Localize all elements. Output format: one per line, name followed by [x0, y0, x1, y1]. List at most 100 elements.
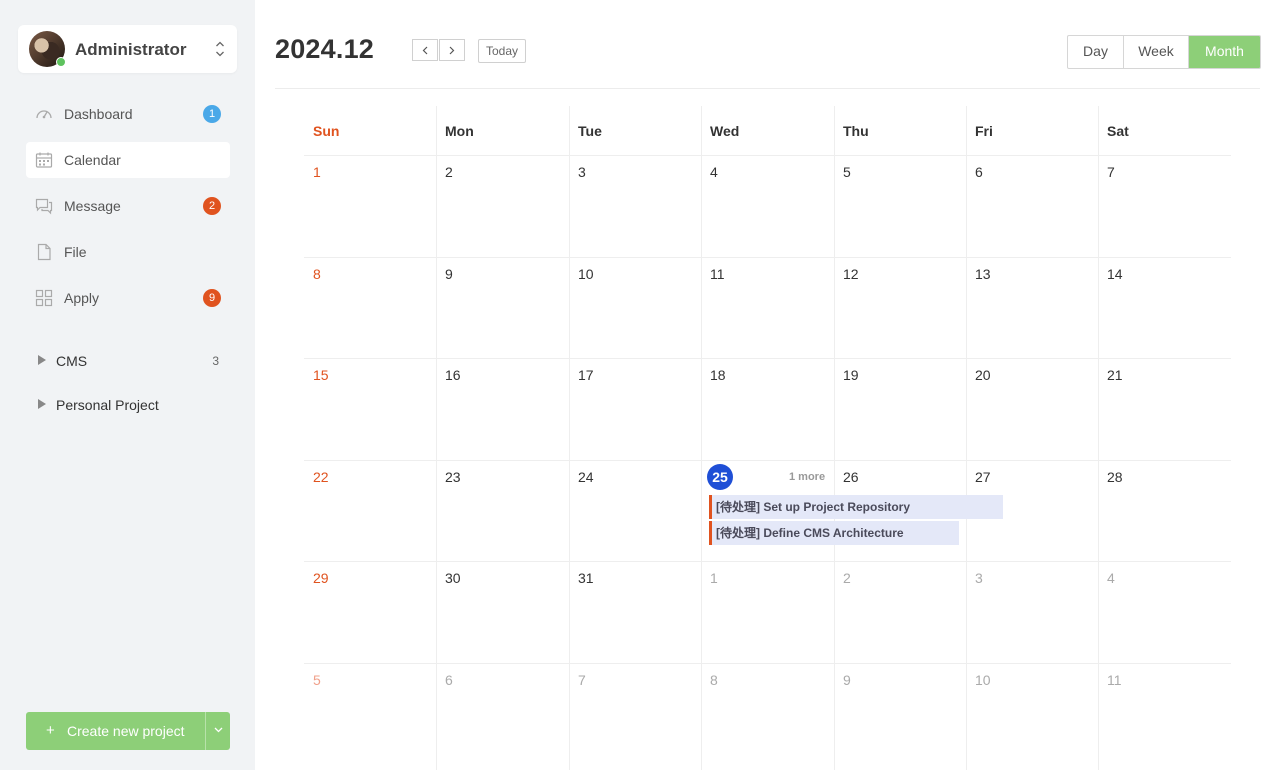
day-number: 28 [1107, 469, 1123, 485]
header-divider [275, 88, 1260, 89]
weekday-header: Wed [710, 123, 740, 139]
chevron-updown-icon[interactable] [215, 39, 225, 59]
day-cell[interactable] [966, 562, 1098, 663]
day-number: 17 [578, 367, 594, 383]
day-number: 31 [578, 570, 594, 586]
calendar-icon [35, 152, 53, 168]
day-cell[interactable] [701, 562, 833, 663]
user-switcher[interactable]: Administrator [18, 25, 237, 73]
avatar [29, 31, 66, 67]
message-icon [35, 198, 53, 215]
day-cell[interactable] [701, 664, 833, 765]
day-cell[interactable] [834, 156, 966, 257]
notification-badge: 2 [203, 197, 221, 215]
day-number: 6 [975, 164, 983, 180]
day-number: 26 [843, 469, 859, 485]
view-day-button[interactable]: Day [1068, 36, 1124, 68]
day-number: 8 [710, 672, 718, 688]
day-number: 2 [843, 570, 851, 586]
prev-month-button[interactable] [412, 39, 438, 61]
chevron-right-icon [449, 46, 455, 55]
weekday-header: Tue [578, 123, 602, 139]
next-month-button[interactable] [439, 39, 465, 61]
project-group-label: Personal Project [56, 397, 159, 413]
more-events-link[interactable]: 1 more [789, 471, 825, 483]
day-cell[interactable] [569, 156, 701, 257]
day-cell[interactable] [834, 664, 966, 765]
sidebar-item-label: File [64, 244, 87, 260]
create-project-button[interactable]: + Create new project [26, 712, 205, 750]
day-cell[interactable] [436, 258, 568, 359]
day-cell[interactable] [834, 562, 966, 663]
day-cell[interactable] [701, 156, 833, 257]
create-project-dropdown[interactable] [205, 712, 231, 750]
day-number: 11 [1107, 672, 1122, 688]
day-cell[interactable] [304, 664, 436, 765]
user-name: Administrator [75, 40, 187, 59]
sidebar-item-label: Apply [64, 290, 100, 306]
day-number: 23 [445, 469, 461, 485]
expand-triangle-icon[interactable] [38, 355, 46, 365]
day-number: 9 [843, 672, 851, 688]
notification-badge: 1 [203, 105, 221, 123]
day-number: 15 [313, 367, 329, 383]
day-cell[interactable] [304, 258, 436, 359]
weekday-header: Mon [445, 123, 474, 139]
day-number: 21 [1107, 367, 1123, 383]
day-number: 9 [445, 266, 453, 282]
plus-icon: + [46, 722, 55, 739]
day-number: 12 [843, 266, 859, 282]
day-number: 7 [578, 672, 586, 688]
sidebar-item-dashboard[interactable]: Dashboard 1 [26, 96, 230, 132]
view-week-button[interactable]: Week [1124, 36, 1189, 68]
day-number: 13 [975, 266, 991, 282]
expand-triangle-icon[interactable] [38, 399, 46, 409]
today-indicator[interactable]: 25 [707, 464, 733, 490]
day-number: 1 [313, 164, 321, 180]
day-number: 1 [710, 570, 718, 586]
day-number: 10 [578, 266, 594, 282]
online-status-dot [56, 57, 66, 67]
day-number: 29 [313, 570, 329, 586]
sidebar: Administrator Dashboard 1 Calendar Messa… [0, 0, 255, 770]
day-number: 4 [1107, 570, 1115, 586]
view-month-button[interactable]: Month [1189, 36, 1260, 68]
project-group-cms[interactable]: CMS 3 [26, 346, 230, 376]
day-number: 3 [578, 164, 586, 180]
day-number: 6 [445, 672, 453, 688]
project-group-personal-project[interactable]: Personal Project [26, 390, 230, 420]
sidebar-item-apply[interactable]: Apply 9 [26, 280, 230, 316]
sidebar-item-label: Calendar [64, 152, 121, 168]
sidebar-item-calendar[interactable]: Calendar [26, 142, 230, 178]
day-number: 3 [975, 570, 983, 586]
day-number: 20 [975, 367, 991, 383]
project-group-count: 3 [212, 354, 219, 368]
sidebar-item-file[interactable]: File [26, 234, 230, 270]
calendar-event[interactable]: [待处理] Define CMS Architecture [709, 521, 959, 545]
day-number: 14 [1107, 266, 1123, 282]
calendar-event[interactable]: [待处理] Set up Project Repository [709, 495, 1003, 519]
day-cell[interactable] [436, 156, 568, 257]
today-button[interactable]: Today [478, 39, 526, 63]
day-cell[interactable] [304, 156, 436, 257]
view-switcher: Day Week Month [1067, 35, 1261, 69]
day-cell[interactable] [1098, 156, 1230, 257]
day-number: 19 [843, 367, 859, 383]
day-number: 2 [445, 164, 453, 180]
day-cell[interactable] [966, 156, 1098, 257]
day-number: 7 [1107, 164, 1115, 180]
sidebar-nav: Dashboard 1 Calendar Message 2 File Appl… [26, 96, 230, 326]
day-cell[interactable] [569, 664, 701, 765]
day-cell[interactable] [1098, 562, 1230, 663]
day-number: 10 [975, 672, 991, 688]
day-number: 24 [578, 469, 594, 485]
day-number: 5 [843, 164, 851, 180]
day-cell[interactable] [436, 664, 568, 765]
sidebar-item-message[interactable]: Message 2 [26, 188, 230, 224]
weekday-header: Sat [1107, 123, 1129, 139]
day-number: 18 [710, 367, 726, 383]
weekday-header: Thu [843, 123, 869, 139]
project-group-label: CMS [56, 353, 88, 369]
day-number: 11 [710, 266, 725, 282]
day-number: 30 [445, 570, 461, 586]
